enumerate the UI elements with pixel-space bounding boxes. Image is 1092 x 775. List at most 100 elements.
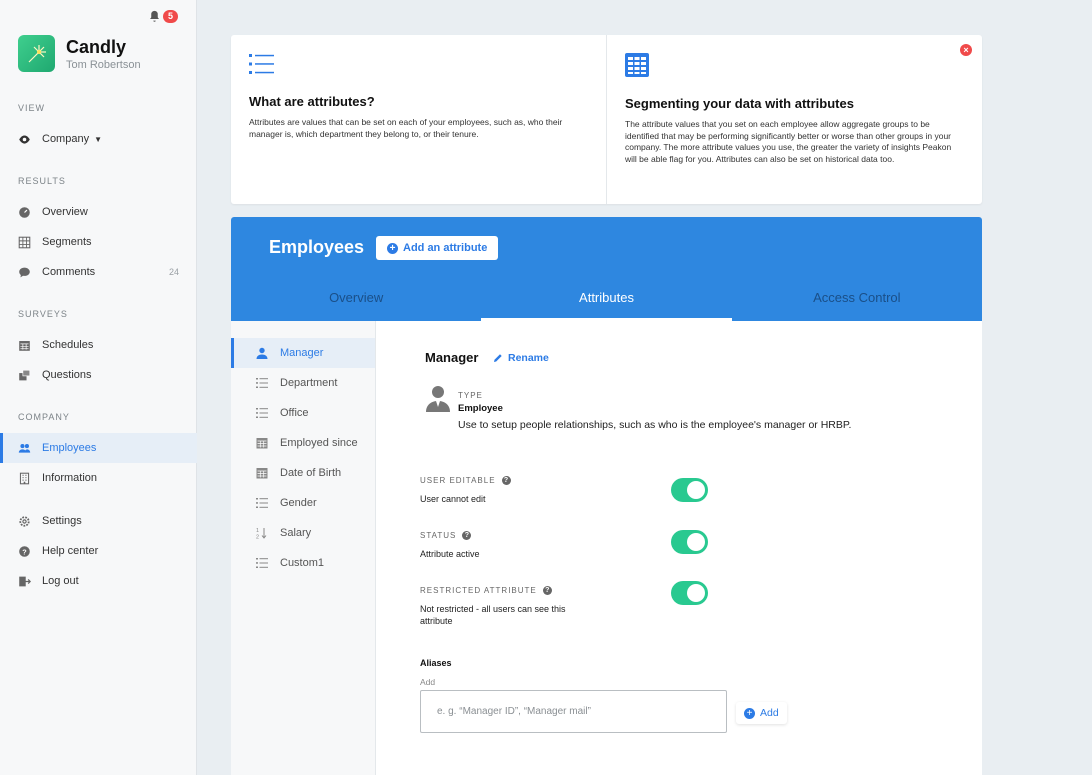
- employees-panel: Employees + Add an attribute Overview At…: [231, 217, 982, 775]
- attribute-item-label: Office: [280, 407, 309, 419]
- restricted-attribute-desc: Not restricted - all users can see this …: [420, 604, 566, 626]
- info-right-title: Segmenting your data with attributes: [625, 96, 854, 111]
- sort-numeric-icon: 12: [256, 527, 268, 539]
- tab-access-control[interactable]: Access Control: [732, 287, 982, 321]
- sidebar-item-label: Comments: [42, 266, 96, 278]
- help-icon: ?: [18, 545, 31, 558]
- sidebar-item-settings[interactable]: Settings: [0, 506, 197, 536]
- tab-attributes[interactable]: Attributes: [481, 287, 732, 321]
- sidebar-item-employees[interactable]: Employees: [0, 433, 197, 463]
- aliases-title: Aliases: [420, 658, 452, 668]
- calendar-icon: [256, 467, 268, 479]
- brand-name: Candly: [66, 36, 127, 57]
- attribute-item-label: Custom1: [280, 557, 325, 569]
- calendar-icon: [256, 437, 268, 449]
- sidebar-item-schedules[interactable]: Schedules: [0, 330, 197, 360]
- user-editable-label: USER EDITABLE ?: [420, 476, 511, 485]
- building-icon: [18, 472, 31, 485]
- sidebar-item-overview[interactable]: Overview: [0, 197, 197, 227]
- panel-header: Employees + Add an attribute Overview At…: [231, 217, 982, 321]
- attribute-item-gender[interactable]: Gender: [231, 488, 375, 518]
- grid-icon: [18, 236, 31, 249]
- section-surveys: SURVEYS: [18, 309, 68, 319]
- sidebar-item-questions[interactable]: Questions: [0, 360, 197, 390]
- table-icon: [625, 53, 649, 77]
- plus-icon: +: [387, 242, 398, 254]
- help-icon[interactable]: ?: [462, 531, 472, 540]
- sidebar-item-label: Employees: [42, 442, 97, 454]
- attribute-item-manager[interactable]: Manager: [231, 338, 375, 368]
- status-label-text: STATUS: [420, 531, 457, 540]
- view-select[interactable]: Company ▼: [0, 124, 197, 154]
- attribute-item-label: Employed since: [280, 437, 358, 449]
- attribute-item-label: Gender: [280, 497, 317, 509]
- user-editable-desc: User cannot edit: [420, 494, 486, 504]
- tab-overview[interactable]: Overview: [231, 287, 481, 321]
- add-attribute-label: Add an attribute: [403, 242, 488, 254]
- add-alias-label: Add: [760, 707, 779, 719]
- attributes-info-card: What are attributes? Attributes are valu…: [231, 35, 982, 204]
- sidebar-item-label: Help center: [42, 545, 99, 557]
- list-icon: [256, 407, 268, 419]
- plus-icon: +: [744, 707, 755, 719]
- help-icon[interactable]: ?: [542, 586, 552, 595]
- logout-icon: [18, 575, 31, 588]
- sidebar-item-help-center[interactable]: ? Help center: [0, 536, 197, 566]
- attribute-list: Manager Department Office Employed since…: [231, 321, 376, 775]
- attribute-item-custom1[interactable]: Custom1: [231, 548, 375, 578]
- restricted-attribute-label: RESTRICTED ATTRIBUTE ?: [420, 586, 552, 595]
- attribute-item-date-of-birth[interactable]: Date of Birth: [231, 458, 375, 488]
- eye-icon: [18, 133, 31, 146]
- alias-input[interactable]: [420, 690, 727, 733]
- overview-icon: [18, 206, 31, 219]
- notifications[interactable]: 5: [148, 10, 179, 23]
- user-editable-toggle[interactable]: [671, 478, 708, 502]
- sidebar-item-label: Settings: [42, 515, 82, 527]
- restricted-attribute-toggle[interactable]: [671, 581, 708, 605]
- section-view: VIEW: [18, 103, 46, 113]
- add-alias-button[interactable]: + Add: [736, 702, 787, 724]
- add-attribute-button[interactable]: + Add an attribute: [376, 236, 499, 260]
- notification-badge: 5: [163, 10, 179, 23]
- view-select-label: Company: [42, 133, 90, 145]
- attribute-item-office[interactable]: Office: [231, 398, 375, 428]
- sidebar-item-comments[interactable]: Comments 24: [0, 257, 197, 287]
- list-icon: [256, 557, 268, 569]
- status-toggle[interactable]: [671, 530, 708, 554]
- info-left-text: Attributes are values that can be set on…: [249, 117, 563, 139]
- attribute-item-employed-since[interactable]: Employed since: [231, 428, 375, 458]
- attribute-item-label: Manager: [280, 347, 324, 359]
- info-left-title: What are attributes?: [249, 94, 375, 109]
- svg-text:1: 1: [256, 528, 259, 534]
- attribute-item-department[interactable]: Department: [231, 368, 375, 398]
- attribute-item-label: Department: [280, 377, 338, 389]
- list-icon: [256, 377, 268, 389]
- sidebar-item-log-out[interactable]: Log out: [0, 566, 197, 596]
- status-desc: Attribute active: [420, 549, 480, 559]
- help-icon[interactable]: ?: [501, 476, 511, 485]
- attribute-item-label: Date of Birth: [280, 467, 342, 479]
- sidebar-item-information[interactable]: Information: [0, 463, 197, 493]
- sidebar-item-label: Information: [42, 472, 98, 484]
- close-icon[interactable]: ×: [960, 44, 972, 56]
- aliases-sub: Add: [420, 677, 436, 687]
- bell-icon[interactable]: [148, 10, 161, 23]
- sidebar-item-label: Log out: [42, 575, 79, 587]
- comment-icon: [18, 266, 31, 279]
- sidebar-item-label: Schedules: [42, 339, 94, 351]
- svg-text:?: ?: [22, 547, 27, 556]
- company-logo: [18, 35, 55, 72]
- section-company: COMPANY: [18, 412, 70, 422]
- attribute-item-salary[interactable]: 12 Salary: [231, 518, 375, 548]
- user-name: Tom Robertson: [66, 58, 141, 71]
- info-what-are-attributes: What are attributes? Attributes are valu…: [231, 35, 607, 204]
- attribute-item-label: Salary: [280, 527, 312, 539]
- questions-icon: [18, 369, 31, 382]
- options-section: USER EDITABLE ? User cannot edit STATUS …: [376, 321, 982, 775]
- sidebar-item-segments[interactable]: Segments: [0, 227, 197, 257]
- calendar-icon: [18, 339, 31, 352]
- sidebar: 5 Candly Tom Robertson VIEW Company ▼ RE…: [0, 0, 197, 775]
- sidebar-item-label: Overview: [42, 206, 88, 218]
- sidebar-item-label: Segments: [42, 236, 92, 248]
- user-editable-label-text: USER EDITABLE: [420, 476, 496, 485]
